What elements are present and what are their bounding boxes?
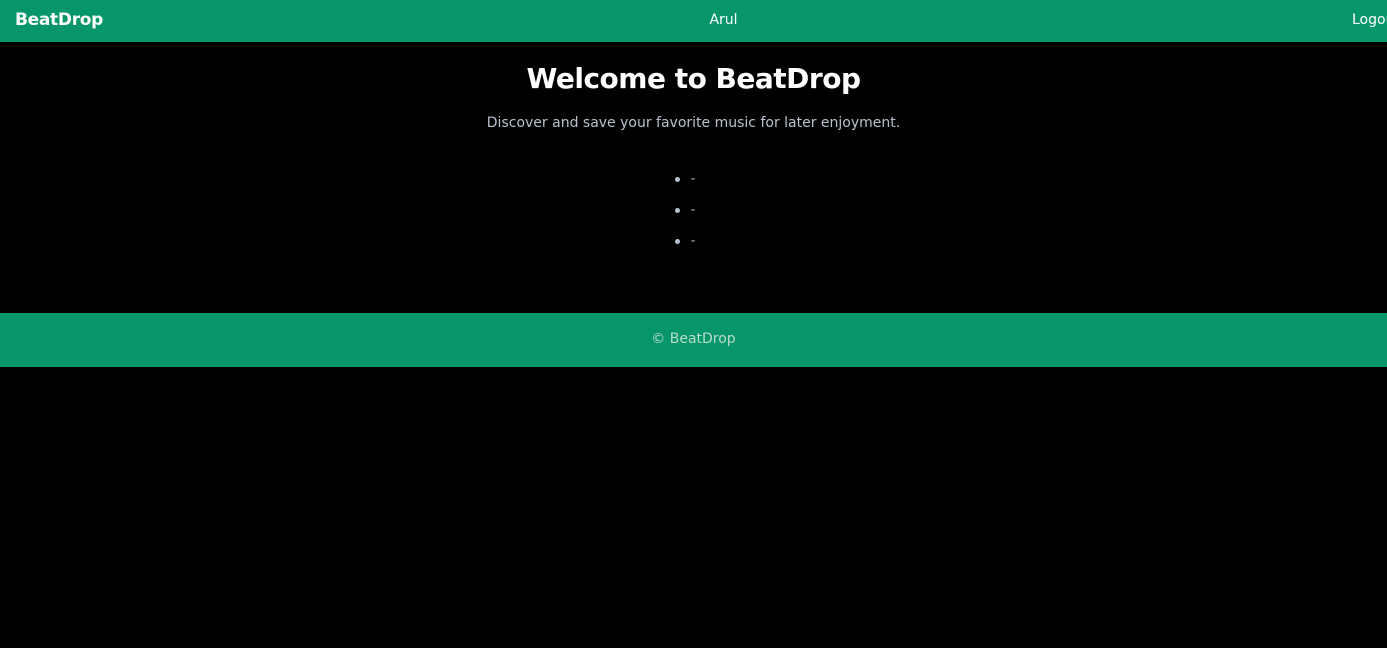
- page-footer: © BeatDrop: [0, 313, 1387, 367]
- top-navbar: BeatDrop Arul Logout: [0, 0, 1387, 42]
- bullet-icon: [675, 238, 681, 244]
- page-tagline: Discover and save your favorite music fo…: [486, 115, 901, 131]
- user-name: Arul: [709, 12, 738, 28]
- page-title: Welcome to BeatDrop: [526, 62, 861, 95]
- song-text: -: [690, 171, 696, 187]
- list-item: -: [0, 168, 1387, 199]
- bullet-icon: [675, 176, 681, 182]
- list-item: -: [0, 199, 1387, 230]
- song-list: - - -: [0, 168, 1387, 261]
- song-text: -: [690, 202, 696, 218]
- logout-link[interactable]: Logout: [1352, 12, 1387, 28]
- footer-copyright: © BeatDrop: [651, 331, 736, 347]
- list-item: -: [0, 230, 1387, 261]
- song-text: -: [690, 233, 696, 249]
- bullet-icon: [675, 207, 681, 213]
- main-content: Welcome to BeatDrop Discover and save yo…: [0, 42, 1387, 313]
